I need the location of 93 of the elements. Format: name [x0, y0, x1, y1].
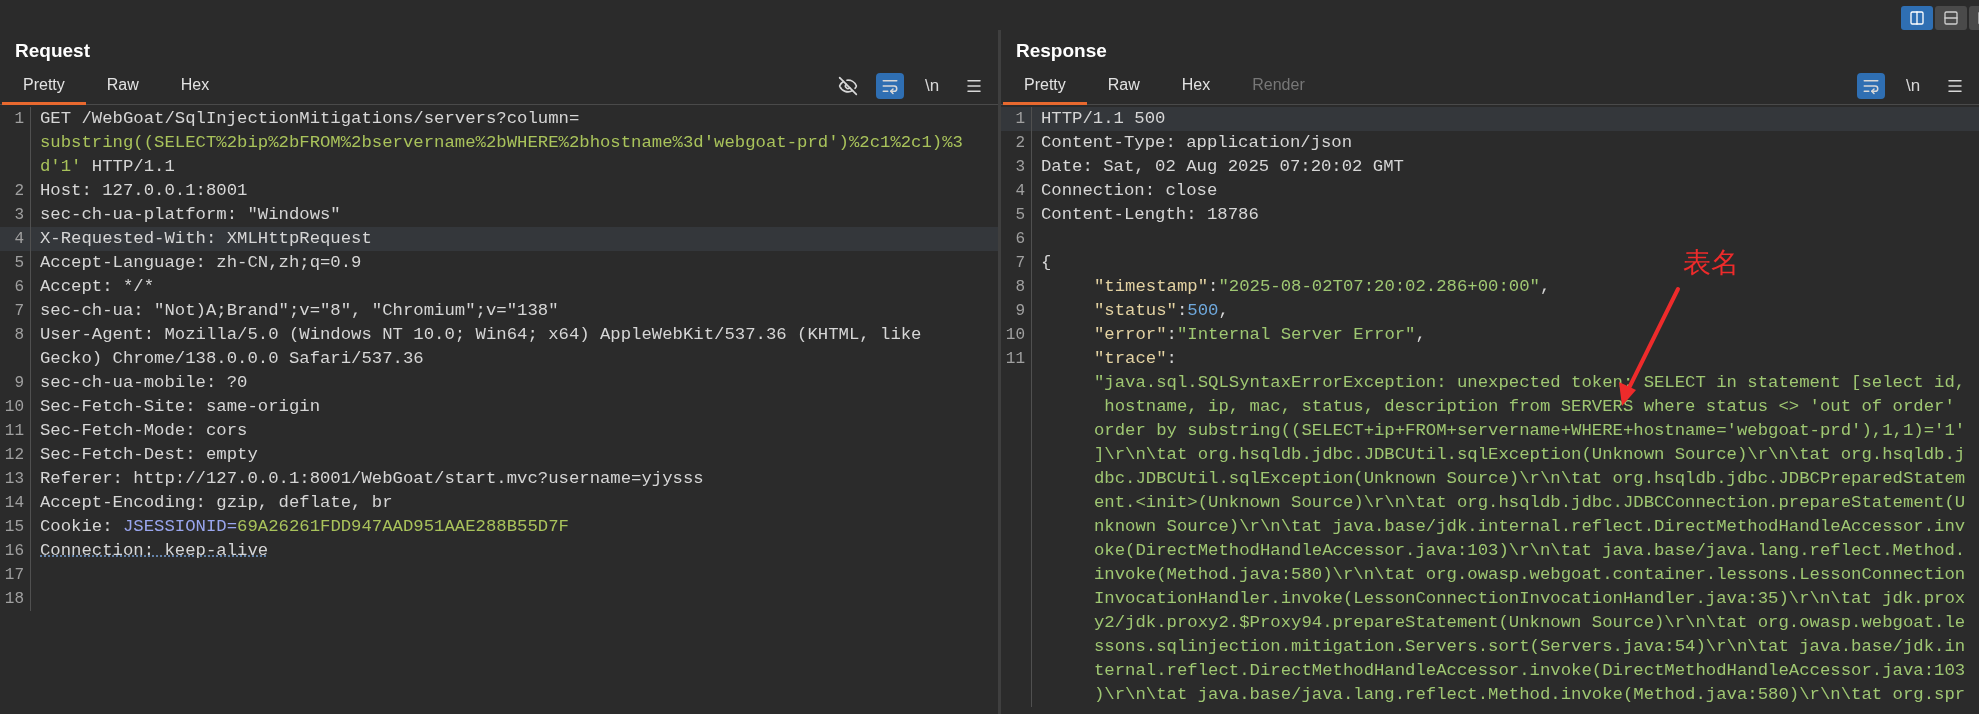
code-line: substring((SELECT%2bip%2bFROM%2bservername%2bWHERE%2bhostname%3d'webgoat-prd')%2c1%2c1)%3: [40, 132, 963, 154]
panel-title: Request: [14, 39, 90, 63]
line-number: 12: [4, 446, 24, 464]
line-number: 10: [4, 398, 24, 416]
line-number: 3: [1015, 158, 1025, 176]
line-number: 4: [1015, 182, 1025, 200]
wrap-icon: [1862, 77, 1880, 95]
newline-toggle-button[interactable]: \n: [918, 73, 946, 99]
code-line: ternal.reflect.DirectMethodHandleAccessor.invoke(DirectMethodHandleAccessor.java:103: [1094, 660, 1966, 682]
line-number: 8: [14, 326, 24, 344]
code-line: ]\r\n\tat org.hsqldb.jdbc.JDBCUtil.sqlException(Unknown Source)\r\n\tat org.hsqldb.j: [1094, 444, 1966, 466]
view-tab[interactable]: Raw: [85, 68, 160, 105]
code-line: order by substring((SELECT+ip+FROM+servername+WHERE+hostname='webgoat-prd'),1,1)='1': [1094, 420, 1966, 442]
code-line: y2/jdk.proxy2.$Proxy94.prepareStatement(Unknown Source)\r\n\tat org.owasp.webgoat.le: [1094, 612, 1966, 634]
line-number: 7: [1015, 254, 1025, 272]
code-line: sec-ch-ua: "Not)A;Brand";v="8", "Chromium";v="138": [40, 300, 559, 322]
line-number: 2: [14, 182, 24, 200]
columns-icon: [1909, 10, 1925, 26]
panel-title: Response: [1015, 39, 1107, 63]
line-number: 11: [1005, 350, 1025, 368]
code-line: Sec-Fetch-Site: same-origin: [40, 396, 320, 418]
view-tab[interactable]: Raw: [1086, 68, 1161, 105]
code-line: "timestamp":"2025-08-02T07:20:02.286+00:00",: [1094, 276, 1551, 298]
code-line: User-Agent: Mozilla/5.0 (Windows NT 10.0; Win64; x64) AppleWebKit/537.36 (KHTML, like: [40, 324, 922, 346]
view-tab[interactable]: Hex: [1160, 68, 1232, 105]
code-line: Content-Length: 18786: [1041, 204, 1259, 226]
code-line: "error":"Internal Server Error",: [1094, 324, 1426, 346]
code-line: nknown Source)\r\n\tat java.base/jdk.internal.reflect.DirectMethodHandleAccessor.inv: [1094, 516, 1966, 538]
code-line: Sec-Fetch-Dest: empty: [40, 444, 258, 466]
wrap-toggle-button[interactable]: [876, 73, 904, 99]
view-tab[interactable]: Hex: [159, 68, 231, 105]
layout-toggle-button[interactable]: [1935, 6, 1967, 30]
code-line: Gecko) Chrome/138.0.0.0 Safari/537.36: [40, 348, 424, 370]
line-number: 8: [1015, 278, 1025, 296]
line-number: 1: [1015, 110, 1025, 128]
layout-toggle-button[interactable]: [1901, 6, 1933, 30]
code-line: Cookie: JSESSIONID=69A26261FDD947AAD951AAE288B55D7F: [40, 516, 569, 538]
code-line: ssons.sqlinjection.mitigation.Servers.sort(Servers.java:54)\r\n\tat java.base/jdk.in: [1094, 636, 1966, 658]
code-line: sec-ch-ua-platform: "Windows": [40, 204, 341, 226]
view-tab[interactable]: Pretty: [2, 68, 86, 105]
code-line: invoke(Method.java:580)\r\n\tat org.owasp.webgoat.container.lessons.LessonConnection: [1094, 564, 1966, 586]
line-number: 5: [1015, 206, 1025, 224]
line-number: 18: [4, 590, 24, 608]
newline-toggle-button[interactable]: \n: [1899, 73, 1927, 99]
line-number: 16: [4, 542, 24, 560]
code-line: Sec-Fetch-Mode: cors: [40, 420, 248, 442]
wrap-icon: [881, 77, 899, 95]
code-line: sec-ch-ua-mobile: ?0: [40, 372, 248, 394]
code-line: Connection: keep-alive: [40, 540, 269, 562]
line-number: 6: [1015, 230, 1025, 248]
code-line: Accept-Language: zh-CN,zh;q=0.9: [40, 252, 362, 274]
code-line: {: [1041, 252, 1052, 274]
line-number: 14: [4, 494, 24, 512]
code-line: Connection: close: [1041, 180, 1218, 202]
line-number: 15: [4, 518, 24, 536]
code-line: Accept: */*: [40, 276, 155, 298]
line-number: 7: [14, 302, 24, 320]
code-line: d'1' HTTP/1.1: [40, 156, 175, 178]
code-line: oke(DirectMethodHandleAccessor.java:103)\r\n\tat java.base/java.lang.reflect.Method.: [1094, 540, 1966, 562]
code-line: hostname, ip, mac, status, description from SERVERS where status <> 'out of order': [1103, 396, 1955, 418]
code-line: )\r\n\tat java.base/java.lang.reflect.Method.invoke(Method.java:580)\r\n\tat org.spr: [1094, 684, 1966, 706]
rows-icon: [1943, 10, 1959, 26]
menu-icon: [965, 77, 983, 95]
line-number: 17: [4, 566, 24, 584]
line-number: 10: [1005, 326, 1025, 344]
code-line: ent.<init>(Unknown Source)\r\n\tat org.hsqldb.jdbc.JDBCConnection.prepareStatement(U: [1094, 492, 1966, 514]
code-line: GET /WebGoat/SqlInjectionMitigations/servers?column=: [40, 108, 580, 130]
line-number: 13: [4, 470, 24, 488]
line-number: 5: [14, 254, 24, 272]
menu-icon: [1946, 77, 1964, 95]
line-number: 4: [14, 230, 24, 248]
code-line: "status":500,: [1094, 300, 1229, 322]
line-number: 1: [14, 110, 24, 128]
code-line: HTTP/1.1 500: [1041, 108, 1166, 130]
code-line: "java.sql.SQLSyntaxErrorException: unexpected token: SELECT in statement [select id,: [1094, 372, 1966, 394]
code-line: X-Requested-With: XMLHttpRequest: [40, 228, 372, 250]
line-number: 6: [14, 278, 24, 296]
line-number: 11: [4, 422, 24, 440]
wrap-toggle-button[interactable]: [1857, 73, 1885, 99]
code-line: Referer: http://127.0.0.1:8001/WebGoat/start.mvc?username=yjysss: [40, 468, 704, 490]
code-line: dbc.JDBCUtil.sqlException(Unknown Source)\r\n\tat org.hsqldb.jdbc.JDBCPreparedStatem: [1094, 468, 1966, 490]
code-line: "trace":: [1094, 348, 1177, 370]
code-line: Date: Sat, 02 Aug 2025 07:20:02 GMT: [1041, 156, 1404, 178]
code-line: InvocationHandler.invoke(LessonConnectionInvocationHandler.java:35)\r\n\tat jdk.prox: [1094, 588, 1966, 610]
line-number: 9: [14, 374, 24, 392]
line-number: 9: [1015, 302, 1025, 320]
eye-slash-icon: [838, 76, 858, 96]
code-line: Content-Type: application/json: [1041, 132, 1353, 154]
code-line: Accept-Encoding: gzip, deflate, br: [40, 492, 393, 514]
line-number: 2: [1015, 134, 1025, 152]
code-line: Host: 127.0.0.1:8001: [40, 180, 248, 202]
annotation-label: 表名: [1683, 245, 1739, 281]
line-number: 3: [14, 206, 24, 224]
